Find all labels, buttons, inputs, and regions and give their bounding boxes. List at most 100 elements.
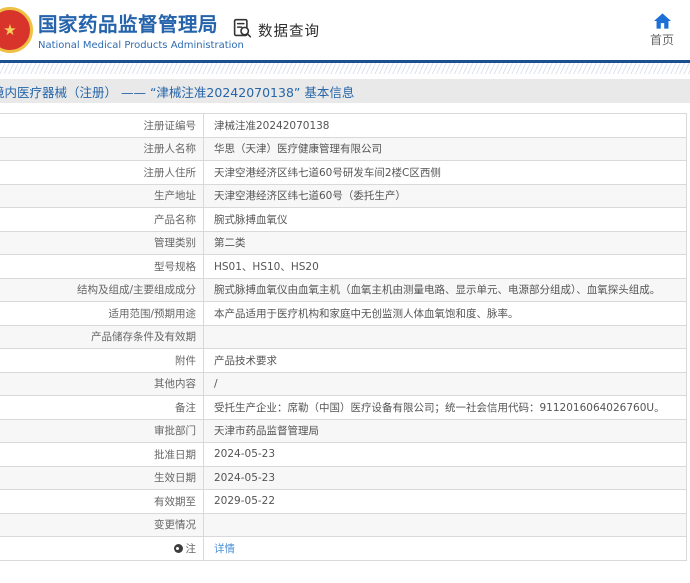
row-label: 生产地址 — [0, 184, 204, 207]
row-label: 管理类别 — [0, 231, 204, 254]
row-label-text: 适用范围/预期用途 — [108, 307, 196, 320]
row-value-text: 2024-05-23 — [214, 471, 276, 484]
table-row: 注册证编号 津械注准20242070138 — [0, 114, 686, 138]
row-label-text: 产品储存条件及有效期 — [91, 331, 196, 344]
table-row: 生效日期 2024-05-23 — [0, 466, 686, 490]
row-value: 津械注准20242070138 — [204, 114, 686, 137]
row-label: 变更情况 — [0, 513, 204, 536]
note-icon — [173, 543, 183, 553]
row-label-text: 批准日期 — [154, 448, 196, 461]
table-row: 批准日期 2024-05-23 — [0, 443, 686, 467]
home-button[interactable]: 首页 — [635, 13, 689, 48]
row-label: 注册证编号 — [0, 114, 204, 137]
row-label: 型号规格 — [0, 255, 204, 278]
row-label-text: 生效日期 — [154, 472, 196, 485]
row-label: 批准日期 — [0, 443, 204, 466]
row-value-text: / — [214, 377, 218, 390]
row-value-text: 受托生产企业：席勒（中国）医疗设备有限公司；统一社会信用代码：911201606… — [214, 401, 665, 414]
row-label: 结构及组成/主要组成成分 — [0, 278, 204, 301]
table-row: 注 详情 — [0, 537, 686, 561]
row-value: 2024-05-23 — [204, 467, 686, 490]
row-value: 第二类 — [204, 232, 686, 255]
page-title: 境内医疗器械（注册） —— “津械注准20242070138” 基本信息 — [0, 84, 355, 100]
table-row: 适用范围/预期用途 本产品适用于医疗机构和家庭中无创监测人体血氧饱和度、脉率。 — [0, 302, 686, 326]
table-row: 产品名称 腕式脉搏血氧仪 — [0, 208, 686, 232]
row-label: 注册人名称 — [0, 137, 204, 160]
row-value-text: 天津空港经济区纬七道60号（委托生产） — [214, 190, 406, 203]
row-label-text: 注册人名称 — [143, 143, 197, 156]
home-label: 首页 — [649, 33, 674, 47]
row-value-text: HS01、HS10、HS20 — [214, 260, 319, 273]
header: ★ 国家药品监督管理局 National Medical Products Ad… — [0, 0, 690, 60]
row-value — [204, 514, 686, 537]
row-label-text: 注册人住所 — [143, 166, 197, 179]
page-title-bar: 境内医疗器械（注册） —— “津械注准20242070138” 基本信息 — [0, 79, 690, 103]
row-value: 腕式脉搏血氧仪由血氧主机（血氧主机由测量电路、显示单元、电源部分组成）、血氧探头… — [204, 279, 686, 302]
row-value-text: 产品技术要求 — [214, 354, 277, 367]
row-label-text: 备注 — [175, 401, 196, 414]
row-label-text: 其他内容 — [154, 378, 196, 391]
row-value-text: 天津空港经济区纬七道60号研发车间2楼C区西侧 — [214, 166, 441, 179]
row-label: 备注 — [0, 396, 204, 419]
row-label: 产品储存条件及有效期 — [0, 325, 204, 348]
row-value-text: 天津市药品监督管理局 — [214, 425, 319, 438]
row-value: 受托生产企业：席勒（中国）医疗设备有限公司；统一社会信用代码：911201606… — [204, 396, 686, 419]
row-value-text: 2024-05-23 — [214, 448, 276, 461]
row-value: / — [204, 373, 686, 396]
row-value: 2024-05-23 — [204, 443, 686, 466]
table-row: 生产地址 天津空港经济区纬七道60号（委托生产） — [0, 184, 686, 208]
row-label-text: 型号规格 — [154, 260, 196, 273]
table-row: 注册人名称 华思（天津）医疗健康管理有限公司 — [0, 137, 686, 161]
row-label-text: 变更情况 — [154, 519, 196, 532]
row-label-text: 有效期至 — [154, 495, 196, 508]
site-subtitle: National Medical Products Administration — [38, 40, 244, 51]
row-label: 审批部门 — [0, 419, 204, 442]
site-title: 国家药品监督管理局 — [38, 13, 219, 36]
row-label: 产品名称 — [0, 208, 204, 231]
row-value: 2029-05-22 — [204, 490, 686, 513]
table-row: 产品储存条件及有效期 — [0, 325, 686, 349]
home-icon — [635, 13, 689, 29]
row-label-text: 结构及组成/主要组成成分 — [76, 284, 196, 297]
table-row: 结构及组成/主要组成成分 腕式脉搏血氧仪由血氧主机（血氧主机由测量电路、显示单元、… — [0, 278, 686, 302]
details-link[interactable]: 详情 — [214, 541, 235, 556]
row-label-text: 注册证编号 — [143, 119, 197, 132]
row-value: 详情 — [204, 537, 686, 560]
data-query-nav[interactable]: 数据查询 — [232, 17, 320, 43]
row-label-text: 管理类别 — [154, 237, 196, 250]
row-label-text: 附件 — [175, 354, 196, 367]
row-value-text: 腕式脉搏血氧仪 — [214, 213, 288, 226]
row-label: 注 — [0, 537, 204, 560]
row-label: 附件 — [0, 349, 204, 372]
table-row: 型号规格 HS01、HS10、HS20 — [0, 255, 686, 279]
row-value: HS01、HS10、HS20 — [204, 255, 686, 278]
row-value-text: 2029-05-22 — [214, 495, 276, 508]
info-table: 注册证编号 津械注准20242070138 注册人名称 华思（天津）医疗健康管理有限公… — [0, 113, 687, 561]
site-logo: 国家药品监督管理局 National Medical Products Admi… — [38, 8, 244, 51]
row-value: 天津空港经济区纬七道60号研发车间2楼C区西侧 — [204, 161, 686, 184]
table-row: 备注 受托生产企业：席勒（中国）医疗设备有限公司；统一社会信用代码：9112016… — [0, 396, 686, 420]
row-value — [204, 326, 686, 349]
row-value: 天津空港经济区纬七道60号（委托生产） — [204, 185, 686, 208]
row-label: 适用范围/预期用途 — [0, 302, 204, 325]
row-value: 华思（天津）医疗健康管理有限公司 — [204, 138, 686, 161]
row-value-text: 第二类 — [214, 237, 246, 250]
row-value-text: 腕式脉搏血氧仪由血氧主机（血氧主机由测量电路、显示单元、电源部分组成）、血氧探头… — [214, 284, 661, 297]
table-row: 注册人住所 天津空港经济区纬七道60号研发车间2楼C区西侧 — [0, 161, 686, 185]
emblem-star-icon: ★ — [3, 20, 17, 39]
row-value-text: 津械注准20242070138 — [214, 119, 330, 132]
row-value: 产品技术要求 — [204, 349, 686, 372]
table-row: 审批部门 天津市药品监督管理局 — [0, 419, 686, 443]
row-label: 生效日期 — [0, 466, 204, 489]
table-row: 有效期至 2029-05-22 — [0, 490, 686, 514]
row-value-text: 本产品适用于医疗机构和家庭中无创监测人体血氧饱和度、脉率。 — [214, 307, 519, 320]
table-row: 变更情况 — [0, 513, 686, 537]
document-search-icon — [232, 17, 253, 43]
row-label: 有效期至 — [0, 490, 204, 513]
data-query-label: 数据查询 — [258, 23, 320, 40]
row-value: 本产品适用于医疗机构和家庭中无创监测人体血氧饱和度、脉率。 — [204, 302, 686, 325]
row-label: 其他内容 — [0, 372, 204, 395]
row-label-text: 生产地址 — [154, 190, 196, 203]
row-label-text: 审批部门 — [154, 425, 196, 438]
hatch-band — [0, 63, 690, 74]
